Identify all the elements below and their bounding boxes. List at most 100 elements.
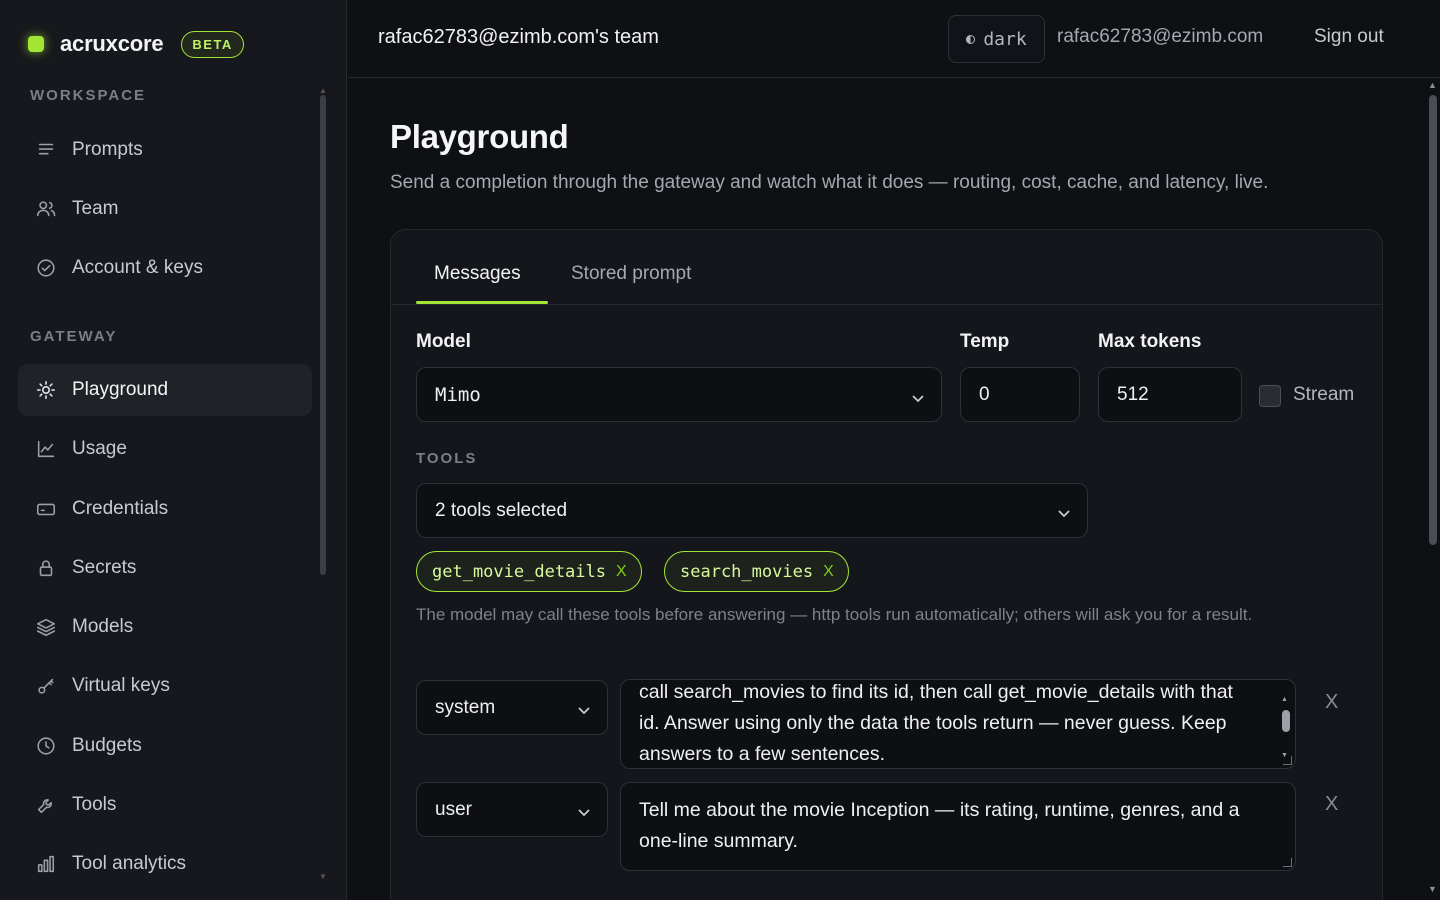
bar-chart-icon: [32, 850, 60, 878]
message-role-select[interactable]: system: [416, 680, 608, 735]
sidebar-item-tools[interactable]: Tools: [18, 779, 312, 831]
tools-caption: TOOLS: [416, 450, 478, 467]
sidebar-item-label: Account & keys: [72, 257, 203, 278]
tool-chip-label: get_movie_details: [432, 561, 606, 582]
tab-bar: Messages Stored prompt: [391, 230, 1382, 305]
model-select[interactable]: Mimo: [416, 367, 942, 422]
sidebar-item-label: Prompts: [72, 139, 143, 160]
lock-icon: [32, 554, 60, 582]
message-role-value: user: [435, 798, 472, 820]
nav-section-workspace: WORKSPACE: [30, 87, 147, 104]
wrench-icon: [32, 791, 60, 819]
message-content: Tell me about the movie Inception — its …: [639, 799, 1240, 852]
sidebar-item-account-keys[interactable]: Account & keys: [18, 242, 312, 294]
message-content-textarea[interactable]: Tell me about the movie Inception — its …: [620, 782, 1296, 871]
max-tokens-label: Max tokens: [1098, 331, 1202, 352]
sidebar: acruxcore BETA WORKSPACE Prompts Team Ac…: [0, 0, 347, 900]
theme-label: dark: [983, 28, 1027, 50]
main-scroll-down-icon[interactable]: ▼: [1428, 884, 1437, 894]
textarea-scrollbar[interactable]: ▲ ▼: [1279, 682, 1293, 766]
layers-icon: [32, 613, 60, 641]
list-icon: [32, 136, 60, 164]
sidebar-item-secrets[interactable]: Secrets: [18, 542, 312, 594]
line-chart-icon: [32, 435, 60, 463]
message-content: call search_movies to find its id, then …: [639, 681, 1233, 765]
remove-tool-button[interactable]: X: [823, 563, 834, 581]
textarea-scroll-thumb[interactable]: [1282, 710, 1290, 732]
tab-messages[interactable]: Messages: [434, 263, 521, 285]
temp-value: 0: [979, 383, 990, 405]
sidebar-item-label: Tool analytics: [72, 853, 187, 874]
remove-tool-button[interactable]: X: [616, 563, 627, 581]
model-value: Mimo: [435, 383, 481, 406]
message-role-select[interactable]: user: [416, 782, 608, 837]
sidebar-item-credentials[interactable]: Credentials: [18, 483, 312, 535]
remove-message-button[interactable]: X: [1325, 691, 1338, 714]
brand-logo-icon: [28, 36, 44, 52]
team-name: rafac62783@ezimb.com's team: [378, 26, 659, 48]
stream-checkbox[interactable]: [1259, 385, 1281, 407]
tools-select-value: 2 tools selected: [435, 499, 568, 521]
sidebar-item-playground[interactable]: Playground: [18, 364, 312, 416]
sidebar-item-team[interactable]: Team: [18, 183, 312, 235]
sidebar-item-models[interactable]: Models: [18, 601, 312, 653]
tool-chip: get_movie_details X: [416, 551, 642, 592]
clock-icon: [32, 732, 60, 760]
sidebar-item-label: Playground: [72, 379, 169, 400]
temp-input[interactable]: 0: [960, 367, 1080, 422]
active-tab-indicator: [416, 301, 548, 304]
sidebar-item-label: Usage: [72, 438, 127, 459]
max-tokens-value: 512: [1117, 383, 1149, 405]
temp-label: Temp: [960, 331, 1010, 352]
check-circle-icon: [32, 254, 60, 282]
main-scroll-up-icon[interactable]: ▲: [1428, 80, 1437, 90]
page-subtitle: Send a completion through the gateway an…: [390, 172, 1269, 193]
sidebar-scrollbar[interactable]: [320, 95, 326, 575]
sidebar-item-label: Secrets: [72, 557, 137, 578]
main-scroll-thumb[interactable]: [1429, 95, 1437, 545]
tools-select[interactable]: 2 tools selected: [416, 483, 1088, 538]
card-icon: [32, 495, 60, 523]
chevron-down-icon: [911, 388, 925, 403]
sign-out-button[interactable]: Sign out: [1314, 26, 1384, 48]
remove-message-button[interactable]: X: [1325, 793, 1338, 816]
sidebar-item-budgets[interactable]: Budgets: [18, 720, 312, 772]
beta-badge: BETA: [181, 30, 244, 58]
message-role-value: system: [435, 696, 496, 718]
tool-chip-label: search_movies: [680, 561, 814, 582]
resize-handle-icon[interactable]: [1283, 858, 1292, 867]
sidebar-item-label: Budgets: [72, 735, 142, 756]
tab-stored-prompt[interactable]: Stored prompt: [571, 263, 691, 285]
stream-label[interactable]: Stream: [1293, 384, 1354, 406]
brand-name: acruxcore: [60, 31, 164, 56]
tools-help-text: The model may call these tools before an…: [416, 605, 1253, 624]
half-circle-icon: [966, 34, 976, 44]
sun-icon: [32, 376, 60, 404]
sidebar-item-label: Virtual keys: [72, 675, 170, 696]
sidebar-item-label: Tools: [72, 794, 117, 815]
playground-card: Messages Stored prompt Model Temp Max to…: [390, 229, 1383, 900]
tool-chip: search_movies X: [664, 551, 849, 592]
max-tokens-input[interactable]: 512: [1098, 367, 1242, 422]
nav-section-gateway: GATEWAY: [30, 328, 118, 345]
sidebar-item-tool-analytics[interactable]: Tool analytics: [18, 838, 312, 890]
model-label: Model: [416, 331, 471, 352]
chevron-down-icon: [1057, 504, 1071, 518]
sidebar-scroll-up-icon[interactable]: ▲: [319, 86, 327, 95]
chevron-down-icon: [577, 701, 591, 715]
sidebar-item-prompts[interactable]: Prompts: [18, 124, 312, 176]
message-content-textarea[interactable]: call search_movies to find its id, then …: [620, 679, 1296, 769]
sidebar-item-label: Models: [72, 616, 134, 637]
sidebar-item-label: Team: [72, 198, 119, 219]
theme-toggle-button[interactable]: dark: [948, 15, 1045, 63]
sidebar-item-label: Credentials: [72, 498, 169, 519]
key-icon: [32, 672, 60, 700]
users-icon: [32, 195, 60, 223]
top-bar: rafac62783@ezimb.com's team dark rafac62…: [348, 0, 1440, 78]
sidebar-item-usage[interactable]: Usage: [18, 423, 312, 475]
page-title: Playground: [390, 118, 569, 155]
resize-handle-icon[interactable]: [1283, 756, 1292, 765]
sidebar-item-virtual-keys[interactable]: Virtual keys: [18, 660, 312, 712]
sidebar-scroll-down-icon[interactable]: ▼: [319, 872, 327, 881]
brand[interactable]: acruxcore BETA: [28, 28, 244, 60]
